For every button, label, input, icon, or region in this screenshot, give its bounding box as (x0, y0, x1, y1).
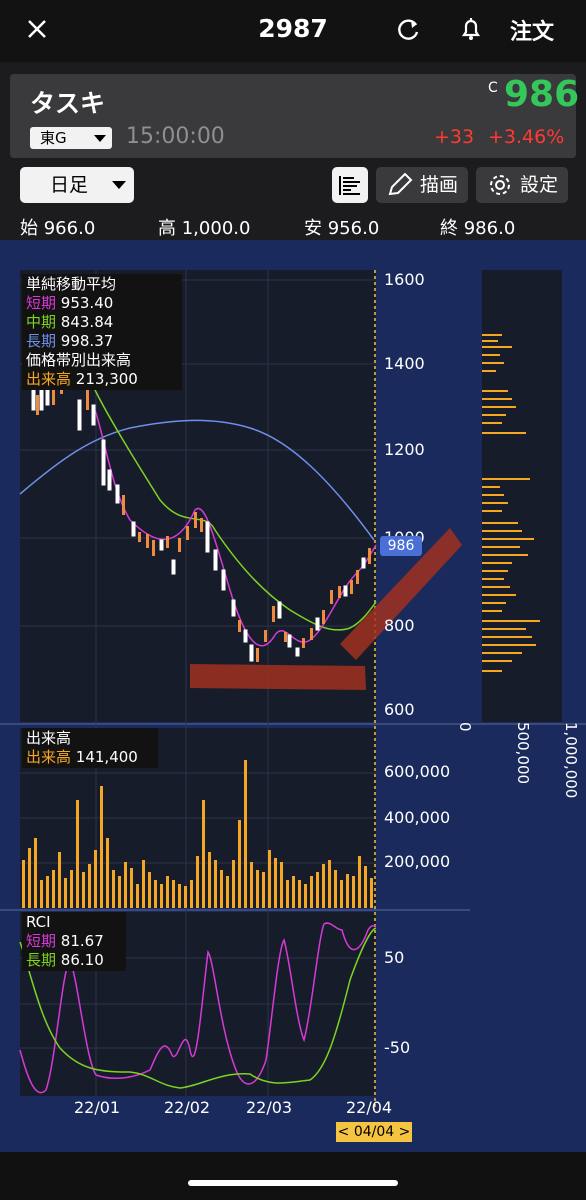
period-select-value: 日足 (50, 174, 89, 196)
volume-profile-icon (339, 176, 360, 195)
rci-short-label: 短期 (26, 932, 57, 950)
home-indicator[interactable] (188, 1180, 398, 1186)
rci-legend-title: RCI (26, 913, 51, 931)
volume-axis-label: 200,000 (384, 852, 451, 871)
bell-icon[interactable] (456, 14, 486, 44)
vp-legend-title: 価格帯別出来高 (26, 351, 132, 369)
vp-legend-value: 213,300 (75, 370, 138, 388)
price-axis-label: 600 (384, 700, 415, 719)
vp-axis-label: 500,000 (514, 722, 532, 785)
rci-long-value: 86.10 (60, 951, 104, 969)
ohlc-low: 安 956.0 (304, 214, 379, 240)
chart-area[interactable]: 単純移動平均 短期 953.40 中期 843.84 長期 998.37 価格帯… (0, 240, 586, 1152)
low-label: 安 (304, 218, 322, 239)
close-value: 986.0 (463, 218, 516, 239)
price-axis-label: 800 (384, 616, 415, 635)
sma-legend-title: 単純移動平均 (26, 275, 117, 293)
top-bar: 2987 注文 (0, 0, 586, 62)
price-change-pct: +3.46% (488, 126, 565, 148)
page-title: 2987 (258, 14, 328, 43)
order-button[interactable]: 注文 (510, 14, 554, 46)
rci-long-label: 長期 (26, 951, 57, 969)
ohlc-close: 終 986.0 (440, 214, 515, 240)
stock-summary-card: タスキ 東G 15:00:00 C 986 +33 +3.46% (10, 74, 580, 158)
rci-axis-label: -50 (384, 1038, 411, 1057)
chevron-down-icon (94, 135, 106, 142)
draw-button[interactable]: 描画 (376, 167, 468, 203)
high-label: 高 (158, 218, 176, 239)
sma-mid-label: 中期 (26, 313, 57, 331)
gear-icon (490, 175, 510, 195)
current-price: 986 (504, 74, 580, 115)
date-axis-label: 22/01 (74, 1098, 121, 1117)
date-axis-label: 22/03 (246, 1098, 293, 1117)
sma-long-label: 長期 (26, 332, 57, 350)
refresh-icon[interactable] (394, 14, 424, 44)
rci-legend: RCI 短期 81.67 長期 86.10 (22, 912, 126, 971)
chevron-down-icon (112, 181, 126, 189)
volume-legend-value: 141,400 (75, 748, 138, 766)
open-label: 始 (20, 218, 38, 239)
vp-legend-label: 出来高 (26, 370, 72, 388)
ohlc-high: 高 1,000.0 (158, 214, 250, 240)
date-axis-label: 22/04 (346, 1098, 393, 1117)
volume-legend-title: 出来高 (26, 729, 72, 747)
pencil-icon (388, 172, 413, 196)
market-select[interactable]: 東G (30, 127, 112, 149)
bottom-bar (0, 1152, 586, 1200)
vp-axis-label: 0 (456, 722, 474, 732)
annotation-horizontal-mark (190, 664, 366, 690)
sma-short-value: 953.40 (60, 294, 114, 312)
current-price-tag: 986 (380, 536, 422, 556)
settings-button[interactable]: 設定 (476, 167, 568, 203)
price-axis-label: 1600 (384, 270, 425, 289)
volume-axis-label: 400,000 (384, 808, 451, 827)
date-cursor-badge[interactable]: < 04/04 > (336, 1122, 412, 1142)
ohlc-open: 始 966.0 (20, 214, 95, 240)
volume-axis-label: 600,000 (384, 762, 451, 781)
volume-profile-toggle[interactable] (332, 167, 368, 203)
draw-button-label: 描画 (420, 174, 459, 196)
vp-axis-label: 1,000,000 (562, 722, 580, 799)
high-value: 1,000.0 (181, 218, 251, 239)
stock-name: タスキ (30, 89, 106, 118)
low-value: 956.0 (327, 218, 380, 239)
period-select[interactable]: 日足 (20, 167, 134, 203)
date-axis-label: 22/02 (164, 1098, 211, 1117)
close-label: 終 (440, 218, 458, 239)
price-flag: C (488, 80, 498, 96)
price-change: +33 (434, 126, 475, 148)
market-select-value: 東G (40, 129, 67, 147)
volume-legend-label: 出来高 (26, 748, 72, 766)
rci-axis-label: 50 (384, 948, 405, 967)
sma-long-value: 998.37 (60, 332, 114, 350)
sma-mid-value: 843.84 (60, 313, 114, 331)
quote-time: 15:00:00 (126, 124, 225, 149)
rci-short-value: 81.67 (60, 932, 104, 950)
sma-short-label: 短期 (26, 294, 57, 312)
volume-legend: 出来高 出来高 141,400 (22, 728, 158, 768)
settings-button-label: 設定 (520, 174, 559, 196)
price-axis-label: 1400 (384, 354, 425, 373)
open-value: 966.0 (43, 218, 96, 239)
sma-legend: 単純移動平均 短期 953.40 中期 843.84 長期 998.37 価格帯… (22, 274, 182, 390)
price-axis-label: 1200 (384, 440, 425, 459)
